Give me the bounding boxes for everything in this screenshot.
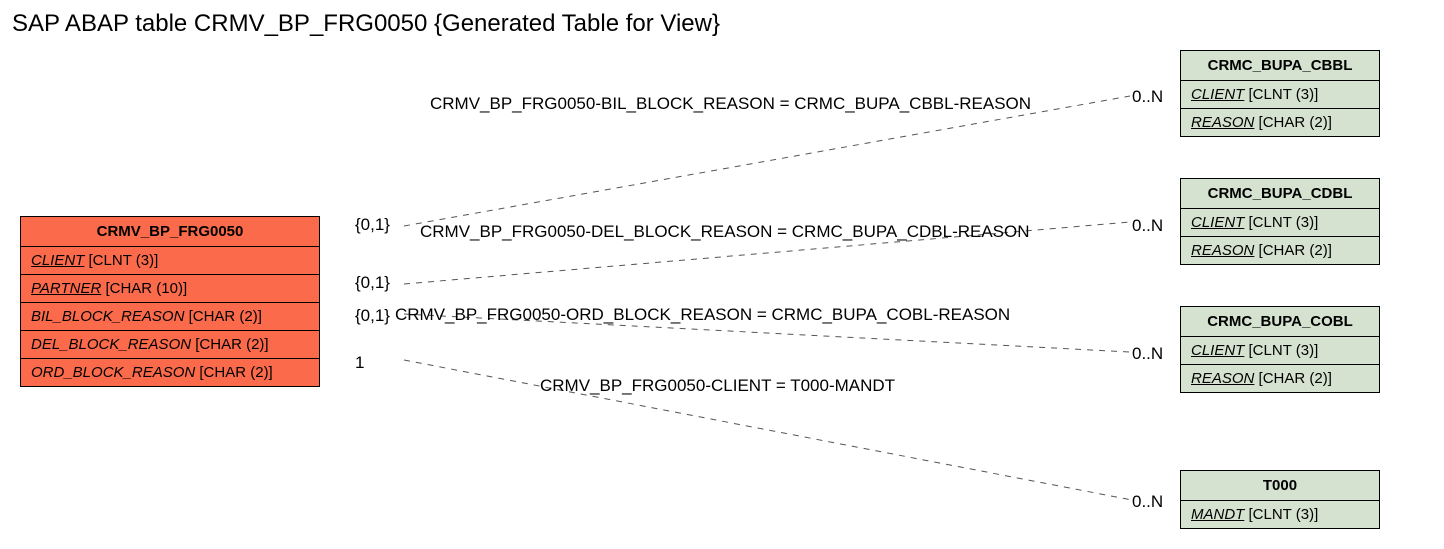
cardinality-right: 0..N (1132, 87, 1163, 107)
page-title: SAP ABAP table CRMV_BP_FRG0050 {Generate… (12, 10, 720, 38)
cardinality-right: 0..N (1132, 344, 1163, 364)
cardinality-left: 1 (355, 353, 364, 373)
cardinality-left: {0,1} (355, 306, 390, 326)
entity-ref-field: MANDT [CLNT (3)] (1181, 501, 1379, 528)
entity-primary-field: DEL_BLOCK_REASON [CHAR (2)] (21, 331, 319, 359)
entity-ref-cobl: CRMC_BUPA_COBL CLIENT [CLNT (3)] REASON … (1180, 306, 1380, 393)
field-type: [CLNT (3)] (1249, 342, 1319, 359)
entity-ref-cdbl: CRMC_BUPA_CDBL CLIENT [CLNT (3)] REASON … (1180, 178, 1380, 265)
entity-primary-field: CLIENT [CLNT (3)] (21, 247, 319, 275)
relation-label: CRMV_BP_FRG0050-BIL_BLOCK_REASON = CRMC_… (430, 94, 1031, 114)
relation-label: CRMV_BP_FRG0050-ORD_BLOCK_REASON = CRMC_… (395, 305, 1010, 325)
entity-ref-title: T000 (1181, 471, 1379, 501)
field-name: PARTNER (31, 280, 101, 297)
field-name: CLIENT (31, 252, 84, 269)
cardinality-right: 0..N (1132, 216, 1163, 236)
field-name: CLIENT (1191, 342, 1244, 359)
entity-ref-title: CRMC_BUPA_CBBL (1181, 51, 1379, 81)
entity-ref-field: REASON [CHAR (2)] (1181, 109, 1379, 136)
entity-ref-t000: T000 MANDT [CLNT (3)] (1180, 470, 1380, 529)
field-name: ORD_BLOCK_REASON (31, 364, 195, 381)
field-type: [CHAR (2)] (1259, 242, 1332, 259)
field-name: BIL_BLOCK_REASON (31, 308, 184, 325)
field-name: REASON (1191, 114, 1254, 131)
entity-primary-field: ORD_BLOCK_REASON [CHAR (2)] (21, 359, 319, 386)
entity-ref-title: CRMC_BUPA_CDBL (1181, 179, 1379, 209)
field-type: [CLNT (3)] (1249, 86, 1319, 103)
field-type: [CLNT (3)] (89, 252, 159, 269)
cardinality-left: {0,1} (355, 273, 390, 293)
relation-label: CRMV_BP_FRG0050-CLIENT = T000-MANDT (540, 376, 895, 396)
entity-ref-field: CLIENT [CLNT (3)] (1181, 209, 1379, 237)
field-name: CLIENT (1191, 86, 1244, 103)
entity-primary-title: CRMV_BP_FRG0050 (21, 217, 319, 247)
field-type: [CLNT (3)] (1249, 214, 1319, 231)
entity-ref-cbbl: CRMC_BUPA_CBBL CLIENT [CLNT (3)] REASON … (1180, 50, 1380, 137)
field-name: DEL_BLOCK_REASON (31, 336, 191, 353)
field-type: [CHAR (2)] (199, 364, 272, 381)
field-type: [CLNT (3)] (1249, 506, 1319, 523)
field-type: [CHAR (2)] (189, 308, 262, 325)
entity-ref-title: CRMC_BUPA_COBL (1181, 307, 1379, 337)
entity-ref-field: REASON [CHAR (2)] (1181, 365, 1379, 392)
relation-label: CRMV_BP_FRG0050-DEL_BLOCK_REASON = CRMC_… (420, 222, 1030, 242)
entity-ref-field: CLIENT [CLNT (3)] (1181, 337, 1379, 365)
field-name: MANDT (1191, 506, 1244, 523)
field-name: REASON (1191, 370, 1254, 387)
entity-primary-field: PARTNER [CHAR (10)] (21, 275, 319, 303)
entity-ref-field: REASON [CHAR (2)] (1181, 237, 1379, 264)
field-type: [CHAR (2)] (195, 336, 268, 353)
entity-ref-field: CLIENT [CLNT (3)] (1181, 81, 1379, 109)
field-type: [CHAR (2)] (1259, 114, 1332, 131)
field-type: [CHAR (2)] (1259, 370, 1332, 387)
cardinality-left: {0,1} (355, 215, 390, 235)
field-name: CLIENT (1191, 214, 1244, 231)
field-type: [CHAR (10)] (105, 280, 187, 297)
field-name: REASON (1191, 242, 1254, 259)
entity-primary-field: BIL_BLOCK_REASON [CHAR (2)] (21, 303, 319, 331)
entity-primary: CRMV_BP_FRG0050 CLIENT [CLNT (3)] PARTNE… (20, 216, 320, 387)
cardinality-right: 0..N (1132, 492, 1163, 512)
